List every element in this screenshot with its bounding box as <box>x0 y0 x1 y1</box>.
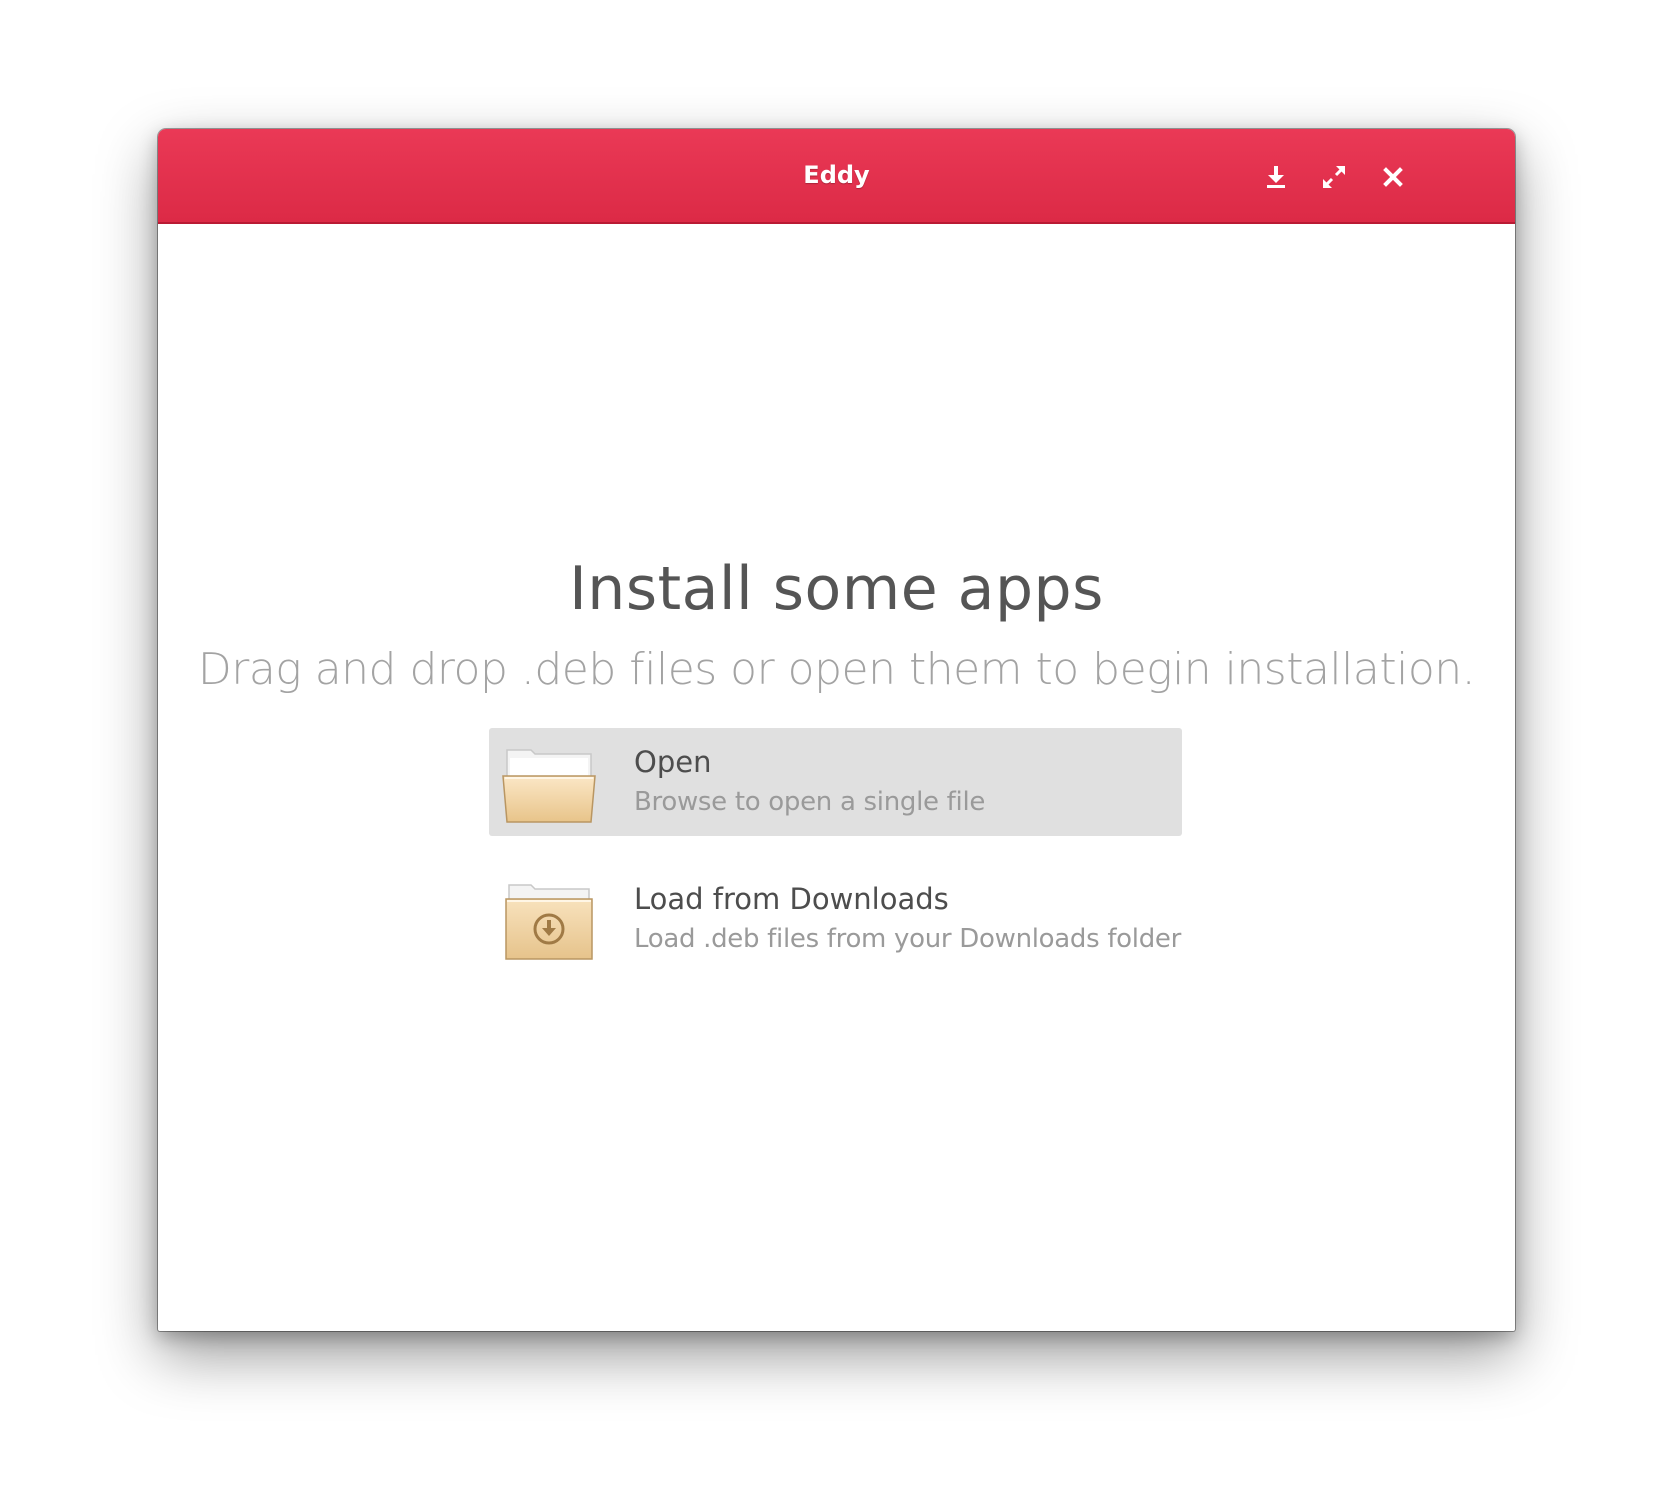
app-window: Eddy Install some apps Drag and drop .de… <box>158 129 1515 1331</box>
maximize-icon <box>1321 164 1347 190</box>
load-downloads-label: Load from Downloads <box>634 882 949 916</box>
folder-download-icon <box>501 883 597 963</box>
welcome-view: Install some apps Drag and drop .deb fil… <box>158 224 1515 1331</box>
window-title: Eddy <box>803 161 870 189</box>
open-action-label: Open <box>634 745 712 779</box>
maximize-button[interactable] <box>1314 157 1354 197</box>
welcome-subtitle: Drag and drop .deb files or open them to… <box>197 644 1476 695</box>
download-icon <box>1265 165 1287 189</box>
welcome-title: Install some apps <box>569 554 1104 624</box>
download-button[interactable] <box>1256 157 1296 197</box>
open-action-description: Browse to open a single file <box>634 787 986 817</box>
open-action-button[interactable]: Open Browse to open a single file <box>489 728 1182 836</box>
load-downloads-button[interactable]: Load from Downloads Load .deb files from… <box>489 865 1182 973</box>
close-icon <box>1383 167 1403 187</box>
folder-open-icon <box>501 746 597 826</box>
close-button[interactable] <box>1373 157 1413 197</box>
load-downloads-description: Load .deb files from your Downloads fold… <box>634 924 1181 954</box>
titlebar[interactable]: Eddy <box>158 129 1515 224</box>
